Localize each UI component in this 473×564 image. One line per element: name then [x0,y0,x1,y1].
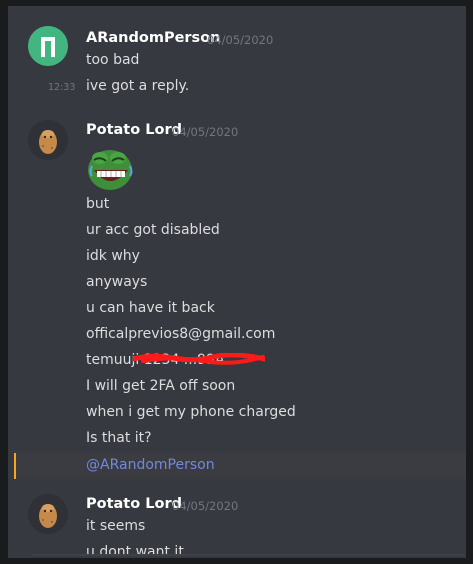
redaction-scribble [133,353,265,365]
user-avatar[interactable] [28,120,68,160]
message-author[interactable]: ARandomPerson [86,30,220,46]
user-avatar[interactable] [28,26,68,66]
message-hover-time: 12:33 [48,82,76,93]
message-text: u can have it back [86,300,215,316]
message-timestamp: 04/05/2020 [207,33,274,47]
message-text: officalprevios8@gmail.com [86,326,276,342]
message-text: idk why [86,248,140,264]
message-text: ive got a reply. [86,78,190,94]
message-text: Is that it? [86,430,152,446]
pepe-laugh-emoji[interactable] [86,146,136,196]
potato-avatar-icon [28,120,68,160]
message-text: when i get my phone charged [86,404,296,420]
message-text: I will get 2FA off soon [86,378,236,394]
user-avatar-icon [28,26,68,66]
chat-messages-area[interactable]: ARandomPerson 04/05/2020 too bad 12:33 i… [8,6,466,558]
message-text: too bad [86,52,140,68]
message-author[interactable]: Potato Lord [86,496,182,512]
potato-avatar-icon [28,494,68,534]
message-text: it seems [86,518,146,534]
message-text: but [86,196,110,212]
message-timestamp: 04/05/2020 [172,125,239,139]
mention-message-row: @ARandomPerson [14,453,466,479]
message-text: anyways [86,274,148,290]
message-author[interactable]: Potato Lord [86,122,182,138]
user-mention[interactable]: @ARandomPerson [86,457,215,473]
scroll-bottom-divider [32,554,464,556]
message-text: ur acc got disabled [86,222,220,238]
message-timestamp: 04/05/2020 [172,499,239,513]
user-avatar[interactable] [28,494,68,534]
